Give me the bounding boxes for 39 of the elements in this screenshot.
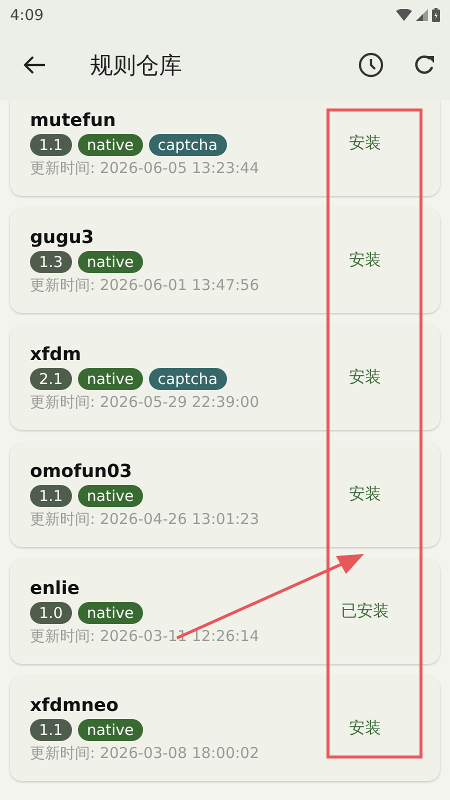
rule-name: xfdmneo: [30, 694, 120, 716]
install-button[interactable]: 已安装: [322, 593, 408, 630]
update-time: 更新时间: 2026-06-05 13:23:44: [30, 158, 260, 178]
back-arrow-icon[interactable]: [24, 56, 46, 74]
battery-icon: [432, 8, 440, 22]
rule-tag: native: [78, 484, 143, 506]
rule-tag: native: [78, 250, 143, 272]
rule-name: enlie: [30, 578, 81, 598]
rule-tag: 1.1: [30, 484, 72, 506]
status-time: 4:09: [10, 6, 44, 24]
install-button[interactable]: 安装: [322, 125, 408, 162]
rule-tag: native: [78, 368, 143, 390]
rule-tag: 1.0: [30, 602, 72, 624]
rule-tag: 2.1: [30, 368, 72, 390]
update-time: 更新时间: 2026-05-29 22:39:00: [30, 392, 260, 412]
install-button[interactable]: 安装: [322, 476, 408, 513]
rule-name: omofun03: [30, 460, 133, 482]
rule-tag: native: [78, 134, 143, 156]
signal-icon: [416, 9, 428, 21]
update-time: 更新时间: 2026-06-01 13:47:56: [30, 276, 260, 294]
update-time: 更新时间: 2026-04-26 13:01:23: [30, 510, 260, 528]
update-time: 更新时间: 2026-03-08 18:00:02: [30, 744, 260, 762]
refresh-icon[interactable]: [414, 54, 436, 76]
rule-tag: captcha: [148, 134, 227, 156]
rule-tag: 1.1: [30, 718, 72, 740]
rule-name: mutefun: [30, 110, 117, 130]
install-button[interactable]: 安装: [322, 242, 408, 279]
rule-name: xfdm: [30, 344, 82, 364]
page-title: 规则仓库: [90, 52, 183, 80]
install-button[interactable]: 安装: [322, 710, 408, 747]
rule-tag: 1.1: [30, 134, 72, 156]
rule-tag: native: [78, 718, 143, 740]
wifi-icon: [396, 9, 412, 21]
clock-icon[interactable]: [358, 52, 384, 78]
rule-name: gugu3: [30, 226, 95, 248]
install-button[interactable]: 安装: [322, 359, 408, 396]
rule-tag: 1.3: [30, 250, 72, 272]
rule-tag: native: [78, 602, 143, 624]
rule-tag: captcha: [148, 368, 227, 390]
